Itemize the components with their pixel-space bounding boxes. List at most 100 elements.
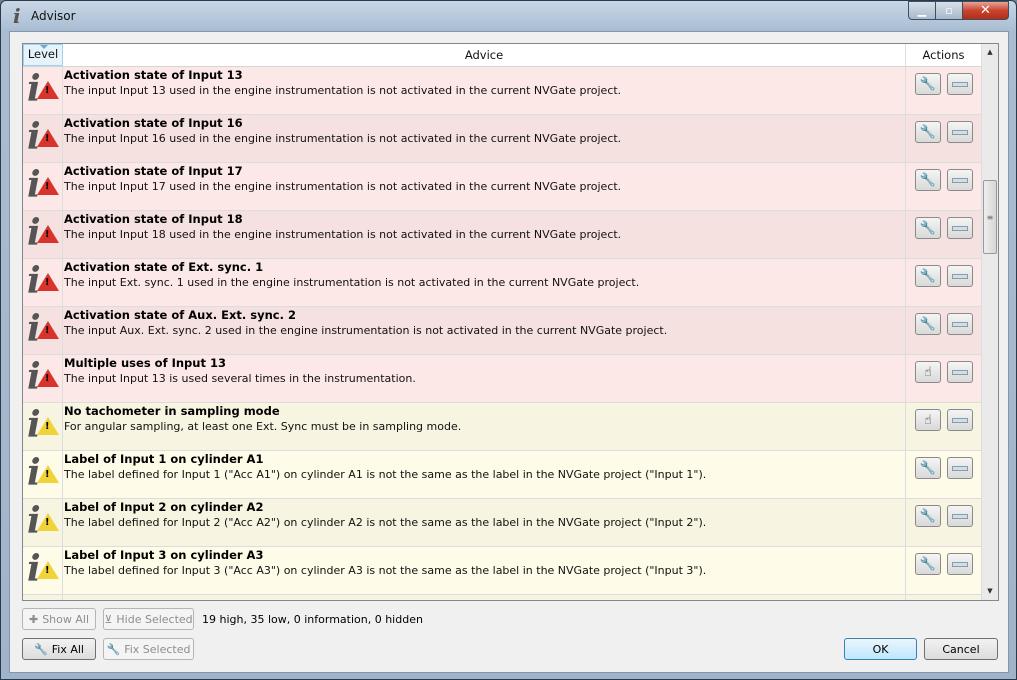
title-bar: i Advisor ▁ ▫ ✕ [1, 1, 1016, 31]
advice-title: Activation state of Input 13 [64, 68, 243, 82]
actions-cell: ☝ [906, 355, 982, 402]
table-row[interactable]: i! Activation state of Input 18 The input… [23, 211, 982, 259]
table-row[interactable]: i! Activation state of Aux. Ext. sync. 2… [23, 307, 982, 355]
level-cell: i! [23, 163, 63, 210]
fix-button[interactable]: 🔧 [915, 73, 941, 95]
table-row[interactable]: i! Activation state of Ext. sync. 1 The i… [23, 259, 982, 307]
maximize-button[interactable]: ▫ [936, 1, 963, 20]
level-cell: i! [23, 499, 63, 546]
minimize-button[interactable]: ▁ [908, 1, 936, 20]
advice-cell: Activation state of Input 16 The input In… [63, 115, 906, 162]
ok-button[interactable]: OK [844, 638, 917, 660]
actions-cell: 🔧 [906, 163, 982, 210]
column-header-actions[interactable]: Actions [906, 44, 982, 66]
wrench-icon: 🔧 [919, 316, 937, 332]
advice-table: Level Advice Actions i! Activation state… [22, 43, 999, 601]
vertical-scrollbar[interactable]: ▲ ≡ ▼ [981, 44, 998, 600]
advice-cell: No tachometer in sampling mode For angula… [63, 403, 906, 450]
hide-button[interactable] [947, 457, 973, 479]
advice-title: Label of Input 3 on cylinder A3 [64, 548, 264, 562]
high-warning-icon: ! [37, 129, 59, 147]
fix-button[interactable]: 🔧 [915, 553, 941, 575]
advice-cell: Label of Input 1 on cylinder A1 The label… [63, 451, 906, 498]
hide-button[interactable] [947, 169, 973, 191]
fix-selected-label: Fix Selected [124, 642, 191, 656]
actions-cell: 🔧 [906, 547, 982, 594]
hide-selected-button[interactable]: ⊻ Hide Selected [103, 608, 194, 630]
table-row[interactable]: i! Activation state of Input 16 The input… [23, 115, 982, 163]
hide-button[interactable] [947, 73, 973, 95]
scrollbar-thumb[interactable]: ≡ [983, 180, 997, 254]
advice-description: The input Input 13 used in the engine in… [64, 84, 622, 97]
fix-button[interactable]: ☝ [915, 409, 941, 431]
table-row[interactable]: i! Activation state of Input 13 The input… [23, 67, 982, 115]
advice-title: Label of Input 2 on cylinder A2 [64, 500, 264, 514]
high-warning-icon: ! [37, 225, 59, 243]
show-all-button[interactable]: ✚ Show All [22, 608, 96, 630]
high-warning-icon: ! [37, 177, 59, 195]
table-row[interactable]: i! Multiple uses of Input 13 The input In… [23, 355, 982, 403]
scroll-up-arrow-icon[interactable]: ▲ [982, 44, 998, 61]
fix-button[interactable]: ☝ [915, 361, 941, 383]
hide-icon: ⊻ [104, 612, 113, 626]
fix-button[interactable]: 🔧 [915, 169, 941, 191]
hide-button[interactable] [947, 313, 973, 335]
plus-icon: ✚ [28, 612, 39, 626]
fix-button[interactable]: 🔧 [915, 217, 941, 239]
advice-title: Multiple uses of Input 13 [64, 356, 226, 370]
fix-button[interactable]: 🔧 [915, 121, 941, 143]
fix-button[interactable]: 🔧 [915, 265, 941, 287]
fix-button[interactable]: 🔧 [915, 505, 941, 527]
column-header-level[interactable]: Level [23, 44, 63, 66]
minus-icon [952, 417, 968, 423]
minus-icon [952, 273, 968, 279]
wrench-icon: 🔧 [34, 642, 48, 656]
hide-button[interactable] [947, 265, 973, 287]
minus-icon [952, 129, 968, 135]
level-cell [23, 595, 63, 600]
actions-cell: 🔧 [906, 115, 982, 162]
high-warning-icon: ! [37, 369, 59, 387]
high-warning-icon: ! [37, 273, 59, 291]
hand-cursor-icon: ☝ [924, 364, 932, 380]
close-button[interactable]: ✕ [963, 1, 1009, 20]
advice-description: For angular sampling, at least one Ext. … [64, 420, 462, 433]
wrench-icon: 🔧 [919, 124, 937, 140]
level-cell: i! [23, 115, 63, 162]
fix-selected-button[interactable]: 🔧 Fix Selected [103, 638, 194, 660]
actions-cell: 🔧 [906, 499, 982, 546]
advice-description: The input Input 16 used in the engine in… [64, 132, 622, 145]
table-row[interactable]: i! Label of Input 2 on cylinder A2 The la… [23, 499, 982, 547]
hide-button[interactable] [947, 121, 973, 143]
advice-cell: Activation state of Input 18 The input In… [63, 211, 906, 258]
hide-button[interactable] [947, 505, 973, 527]
cancel-button[interactable]: Cancel [924, 638, 998, 660]
table-row[interactable]: i! Activation state of Input 17 The input… [23, 163, 982, 211]
scroll-down-arrow-icon[interactable]: ▼ [982, 583, 998, 600]
hide-button[interactable] [947, 409, 973, 431]
actions-cell: ☝ [906, 403, 982, 450]
level-cell: i! [23, 67, 63, 114]
hide-button[interactable] [947, 553, 973, 575]
advice-title: No tachometer in sampling mode [64, 404, 280, 418]
hide-button[interactable] [947, 361, 973, 383]
low-warning-icon: ! [37, 465, 59, 483]
advice-title: Activation state of Ext. sync. 1 [64, 260, 264, 274]
hide-selected-label: Hide Selected [116, 612, 193, 626]
low-warning-icon: ! [37, 561, 59, 579]
advice-cell: Activation state of Input 13 The input In… [63, 67, 906, 114]
wrench-icon: 🔧 [106, 642, 121, 656]
fix-button[interactable]: 🔧 [915, 313, 941, 335]
fix-all-button[interactable]: 🔧 Fix All [22, 638, 96, 660]
column-header-advice[interactable]: Advice [63, 44, 906, 66]
wrench-icon: 🔧 [919, 556, 937, 572]
table-row[interactable] [23, 595, 982, 600]
high-warning-icon: ! [37, 321, 59, 339]
hide-button[interactable] [947, 217, 973, 239]
table-row[interactable]: i! No tachometer in sampling mode For ang… [23, 403, 982, 451]
table-row[interactable]: i! Label of Input 3 on cylinder A3 The la… [23, 547, 982, 595]
table-row[interactable]: i! Label of Input 1 on cylinder A1 The la… [23, 451, 982, 499]
advice-cell [63, 595, 906, 600]
minus-icon [952, 177, 968, 183]
fix-button[interactable]: 🔧 [915, 457, 941, 479]
